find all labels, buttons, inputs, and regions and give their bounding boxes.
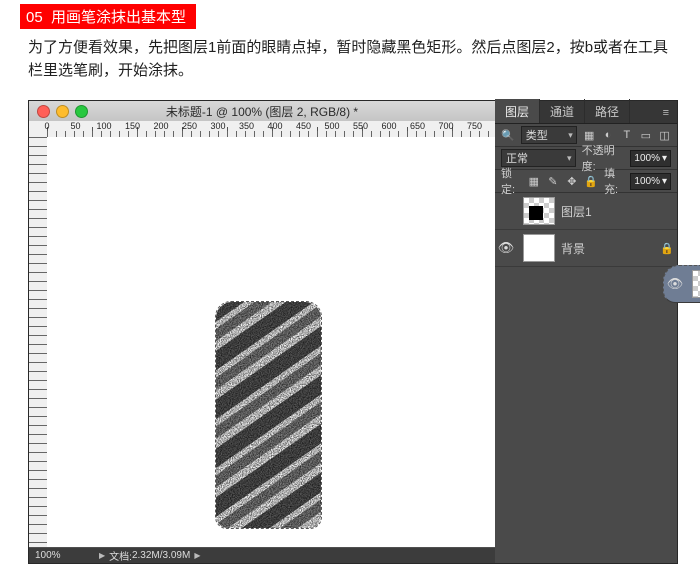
ruler-label: 250 bbox=[182, 121, 197, 131]
filter-shape-icon[interactable]: ▭ bbox=[639, 127, 652, 143]
lock-row: 锁定: ▦ ✎ ✥ 🔒 填充: 100%▾ bbox=[495, 170, 677, 193]
photoshop-window: 未标题-1 @ 100% (图层 2, RGB/8) * 0 50 100 150 20… bbox=[28, 100, 678, 564]
layer-thumbnail[interactable] bbox=[692, 270, 700, 298]
brushed-area bbox=[216, 302, 321, 528]
layer-thumbnail[interactable] bbox=[523, 234, 555, 262]
lock-move-icon[interactable]: ✥ bbox=[565, 173, 578, 189]
ruler-label: 750 bbox=[467, 121, 482, 131]
opacity-field[interactable]: 100%▾ bbox=[630, 150, 671, 167]
chevron-right-icon[interactable]: ▶ bbox=[194, 551, 200, 560]
layer-name[interactable]: 图层1 bbox=[561, 203, 657, 220]
fill-label: 填充: bbox=[604, 165, 624, 197]
document-canvas[interactable] bbox=[47, 137, 495, 547]
instruction-text: 为了方便看效果，先把图层1前面的眼睛点掉，暂时隐藏黑色矩形。然后点图层2，按b或… bbox=[28, 36, 672, 83]
doc-size-label: 文档: bbox=[109, 548, 132, 563]
step-header: 05 用画笔涂抹出基本型 bbox=[20, 4, 196, 29]
tab-paths[interactable]: 路径 bbox=[585, 99, 630, 123]
horizontal-ruler: 0 50 100 150 200 250 300 350 400 450 500 550 600 650 7… bbox=[29, 121, 495, 138]
layer-row[interactable]: 👁图层 2 bbox=[663, 265, 700, 303]
ruler-label: 300 bbox=[210, 121, 225, 131]
ruler-label: 200 bbox=[153, 121, 168, 131]
ruler-label: 500 bbox=[324, 121, 339, 131]
filter-pixel-icon[interactable]: ▦ bbox=[583, 127, 596, 143]
ruler-label: 700 bbox=[438, 121, 453, 131]
ruler-label: 600 bbox=[381, 121, 396, 131]
window-title: 未标题-1 @ 100% (图层 2, RGB/8) * bbox=[29, 103, 495, 120]
vertical-ruler bbox=[29, 137, 48, 547]
zoom-level[interactable]: 100% bbox=[29, 550, 95, 561]
step-title: 用画笔涂抹出基本型 bbox=[51, 9, 186, 26]
ruler-label: 650 bbox=[410, 121, 425, 131]
layer-row[interactable]: 👁 背景🔒 bbox=[495, 230, 677, 267]
selection-marquee bbox=[215, 301, 322, 529]
fill-field[interactable]: 100%▾ bbox=[630, 173, 671, 190]
filter-adjust-icon[interactable]: ◐ bbox=[602, 127, 615, 143]
lock-paint-icon[interactable]: ✎ bbox=[546, 173, 559, 189]
step-number: 05 bbox=[26, 9, 43, 26]
layer-list: 👁图层 2图层1👁背景🔒 bbox=[495, 193, 677, 267]
doc-size-value: 2.32M/3.09M bbox=[132, 550, 190, 561]
ruler-label: 400 bbox=[267, 121, 282, 131]
ruler-label: 0 bbox=[44, 121, 49, 131]
lock-transparent-icon[interactable]: ▦ bbox=[527, 173, 540, 189]
ruler-label: 100 bbox=[96, 121, 111, 131]
status-bar: 100% ▶ 文档: 2.32M/3.09M ▶ bbox=[29, 548, 495, 563]
chevron-right-icon[interactable]: ▶ bbox=[99, 551, 105, 560]
window-titlebar: 未标题-1 @ 100% (图层 2, RGB/8) * bbox=[29, 101, 495, 122]
panel-tabs: 图层 通道 路径 ≡ bbox=[495, 101, 677, 124]
ruler-label: 150 bbox=[125, 121, 140, 131]
panel-menu-icon[interactable]: ≡ bbox=[655, 103, 677, 123]
blend-row: 正常 不透明度: 100%▾ bbox=[495, 147, 677, 170]
layer-row[interactable]: 图层1 bbox=[495, 193, 677, 230]
lock-all-icon[interactable]: 🔒 bbox=[584, 173, 598, 189]
ruler-label: 550 bbox=[353, 121, 368, 131]
ruler-label: 450 bbox=[296, 121, 311, 131]
filter-kind-icon[interactable]: 🔍 bbox=[501, 129, 515, 142]
lock-icon: 🔒 bbox=[657, 242, 677, 255]
tab-layers[interactable]: 图层 bbox=[495, 99, 540, 123]
layer-name[interactable]: 背景 bbox=[561, 240, 657, 257]
filter-smart-icon[interactable]: ◫ bbox=[658, 127, 671, 143]
blend-mode-select[interactable]: 正常 bbox=[501, 149, 576, 167]
visibility-toggle-icon[interactable]: 👁 bbox=[495, 240, 517, 256]
filter-text-icon[interactable]: T bbox=[621, 127, 634, 143]
ruler-label: 50 bbox=[70, 121, 80, 131]
ruler-label: 350 bbox=[239, 121, 254, 131]
layer-thumbnail[interactable] bbox=[523, 197, 555, 225]
layers-panel: 图层 通道 路径 ≡ 🔍 类型 ▦ ◐ T ▭ ◫ 正常 不透明度: 100%▾… bbox=[495, 101, 677, 563]
visibility-toggle-icon[interactable]: 👁 bbox=[664, 276, 686, 292]
tab-channels[interactable]: 通道 bbox=[540, 99, 585, 123]
lock-label: 锁定: bbox=[501, 165, 521, 197]
filter-kind-select[interactable]: 类型 bbox=[521, 126, 577, 144]
